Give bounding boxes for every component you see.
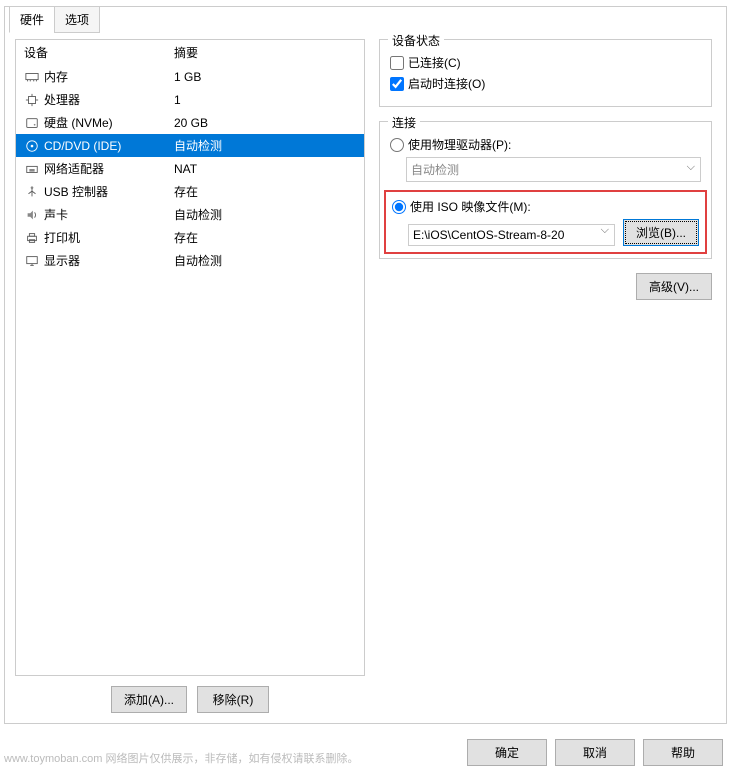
device-name: CD/DVD (IDE) [44,139,121,153]
device-row[interactable]: USB 控制器 存在 [16,180,364,203]
browse-button[interactable]: 浏览(B)... [623,219,699,246]
device-summary: 存在 [174,183,356,200]
iso-file-radio[interactable] [392,200,406,214]
header-device: 设备 [24,44,174,61]
device-name: 声卡 [44,206,68,223]
device-row[interactable]: 硬盘 (NVMe) 20 GB [16,111,364,134]
device-summary: 1 GB [174,70,356,84]
watermark-text: www.toymoban.com 网络图片仅供展示，非存储，如有侵权请联系删除。 [4,750,358,766]
device-summary: 自动检测 [174,137,356,154]
physical-drive-combo[interactable]: 自动检测 [406,157,701,182]
physical-drive-radio[interactable] [390,138,404,152]
device-summary: 自动检测 [174,206,356,223]
device-row[interactable]: 处理器 1 [16,88,364,111]
group-title-status: 设备状态 [388,32,444,49]
device-summary: 1 [174,93,356,107]
sound-icon [24,207,40,223]
device-status-group: 设备状态 已连接(C) 启动时连接(O) [379,39,712,107]
device-row[interactable]: 内存 1 GB [16,65,364,88]
physical-drive-label: 使用物理驱动器(P): [408,136,511,153]
device-name: 打印机 [44,229,80,246]
device-name: 处理器 [44,91,80,108]
display-icon [24,253,40,269]
usb-icon [24,184,40,200]
device-list: 设备 摘要 内存 1 GB 处理器 1 硬盘 (NVMe) 20 GB CD/D… [15,39,365,676]
add-button[interactable]: 添加(A)... [111,686,187,713]
cancel-button[interactable]: 取消 [555,739,635,766]
memory-icon [24,69,40,85]
disk-icon [24,115,40,131]
device-name: 网络适配器 [44,160,104,177]
iso-file-combo[interactable]: E:\iOS\CentOS-Stream-8-20 [408,224,615,246]
iso-file-label: 使用 ISO 映像文件(M): [410,198,531,215]
list-header: 设备 摘要 [16,40,364,65]
printer-icon [24,230,40,246]
cd-icon [24,138,40,154]
iso-highlight-box: 使用 ISO 映像文件(M): E:\iOS\CentOS-Stream-8-2… [384,190,707,254]
connection-group: 连接 使用物理驱动器(P): 自动检测 使用 ISO 映像文件(M): E: [379,121,712,259]
device-row[interactable]: CD/DVD (IDE) 自动检测 [16,134,364,157]
device-name: 显示器 [44,252,80,269]
ok-button[interactable]: 确定 [467,739,547,766]
device-name: 内存 [44,68,68,85]
connected-label: 已连接(C) [408,54,461,71]
remove-button[interactable]: 移除(R) [197,686,269,713]
device-summary: 自动检测 [174,252,356,269]
device-summary: 存在 [174,229,356,246]
device-summary: 20 GB [174,116,356,130]
device-row[interactable]: 打印机 存在 [16,226,364,249]
device-summary: NAT [174,162,356,176]
group-title-connection: 连接 [388,114,420,131]
help-button[interactable]: 帮助 [643,739,723,766]
connect-at-power-label: 启动时连接(O) [408,75,485,92]
device-name: USB 控制器 [44,183,108,200]
device-row[interactable]: 声卡 自动检测 [16,203,364,226]
cpu-icon [24,92,40,108]
header-summary: 摘要 [174,44,356,61]
connected-checkbox[interactable] [390,56,404,70]
connect-at-power-checkbox[interactable] [390,77,404,91]
device-name: 硬盘 (NVMe) [44,114,113,131]
network-icon [24,161,40,177]
advanced-button[interactable]: 高级(V)... [636,273,712,300]
device-row[interactable]: 网络适配器 NAT [16,157,364,180]
device-row[interactable]: 显示器 自动检测 [16,249,364,272]
